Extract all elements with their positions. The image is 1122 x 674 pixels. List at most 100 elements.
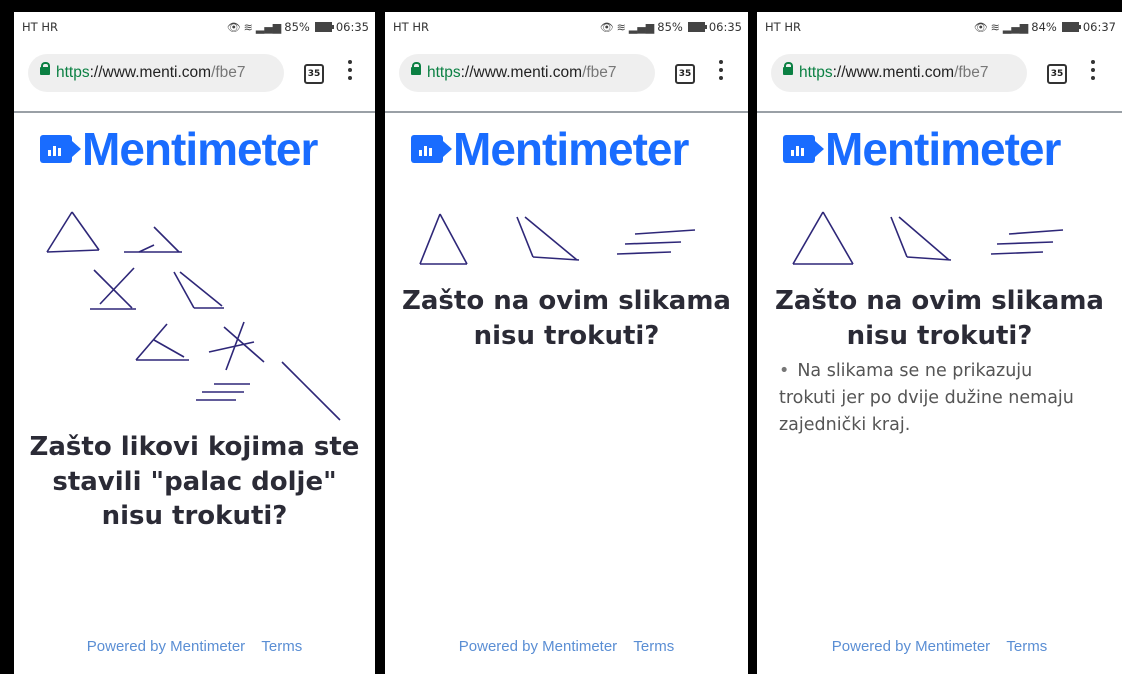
phone-screen-1: HT HR 👁 ≋ ▂▄▆ 85% 06:35 https://www.ment… <box>14 12 375 674</box>
logo-text: Mentimeter <box>453 123 689 175</box>
lock-icon <box>40 62 50 75</box>
tabs-icon[interactable]: 35 <box>1047 64 1067 84</box>
wifi-icon: ≋ <box>616 20 626 34</box>
terms-link[interactable]: Terms <box>1006 638 1047 655</box>
clock: 06:35 <box>335 20 369 34</box>
question-text: Zašto na ovim slikama nisu trokuti? <box>757 284 1122 353</box>
shape-parallel-lines <box>990 229 1064 255</box>
url-path: /fbe7 <box>582 64 617 81</box>
answer-line: Na slikama se ne prikazuju <box>797 361 1033 381</box>
mentimeter-logo: Mentimeter <box>40 123 318 175</box>
question-line: Zašto na ovim slikama <box>775 286 1104 316</box>
browser-toolbar: https://www.menti.com/fbe7 35 <box>14 46 375 113</box>
question-line: stavili "palac dolje" <box>52 466 337 497</box>
bullet-icon: • <box>779 361 790 381</box>
clock: 06:35 <box>708 20 742 34</box>
powered-by-link[interactable]: Powered by Mentimeter <box>87 638 245 655</box>
battery-percent: 85% <box>657 20 683 34</box>
carrier-label: HT HR <box>22 20 58 34</box>
shape-open-triangle <box>890 216 952 261</box>
page-progress-line <box>757 111 1122 113</box>
footer: Powered by Mentimeter Terms <box>757 638 1122 655</box>
menu-icon[interactable] <box>719 60 723 82</box>
shape-overlap-triangle <box>135 323 189 361</box>
answer-list-item: • Na slikama se ne prikazuju trokuti jer … <box>779 358 1100 439</box>
lock-icon <box>411 62 421 75</box>
carrier-label: HT HR <box>765 20 801 34</box>
url-text[interactable]: https://www.menti.com/fbe7 <box>799 64 989 82</box>
mentimeter-logo: Mentimeter <box>411 123 689 175</box>
shape-broken-triangle <box>124 226 182 253</box>
logo-icon <box>411 135 452 163</box>
powered-by-link[interactable]: Powered by Mentimeter <box>832 638 990 655</box>
address-bar[interactable]: https://www.menti.com/fbe7 <box>771 54 1027 92</box>
url-text[interactable]: https://www.menti.com/fbe7 <box>56 64 246 82</box>
question-line: nisu trokuti? <box>846 320 1033 351</box>
battery-percent: 85% <box>284 20 310 34</box>
carrier-label: HT HR <box>393 20 429 34</box>
logo-text: Mentimeter <box>82 123 318 175</box>
status-bar: HT HR 👁 ≋ ▂▄▆ 85% 06:35 <box>14 12 375 46</box>
question-line: nisu trokuti? <box>473 320 660 351</box>
eye-icon: 👁 <box>599 20 614 34</box>
tabs-icon[interactable]: 35 <box>675 64 695 84</box>
answer-line: trokuti jer po dvije dužine nemaju <box>779 388 1074 409</box>
question-text: Zašto likovi kojima ste stavili "palac d… <box>14 430 375 534</box>
terms-link[interactable]: Terms <box>261 638 302 655</box>
status-bar: HT HR 👁 ≋ ▂▄▆ 84% 06:37 <box>757 12 1122 46</box>
lock-icon <box>783 62 793 75</box>
menu-icon[interactable] <box>348 60 352 82</box>
phone-screen-2: HT HR 👁 ≋ ▂▄▆ 85% 06:35 https://www.ment… <box>385 12 748 674</box>
shape-triangle <box>792 211 854 265</box>
url-path: /fbe7 <box>211 64 246 81</box>
address-bar[interactable]: https://www.menti.com/fbe7 <box>399 54 655 92</box>
url-text[interactable]: https://www.menti.com/fbe7 <box>427 64 617 82</box>
question-line: Zašto na ovim slikama <box>402 286 731 316</box>
shape-triangle <box>46 211 100 253</box>
question-line: nisu trokuti? <box>101 501 288 532</box>
url-scheme: https <box>56 64 90 81</box>
eye-icon: 👁 <box>973 20 988 34</box>
answer-line: zajednički kraj. <box>779 415 911 436</box>
eye-icon: 👁 <box>226 20 241 34</box>
footer: Powered by Mentimeter Terms <box>14 638 375 655</box>
tabs-icon[interactable]: 35 <box>304 64 324 84</box>
powered-by-link[interactable]: Powered by Mentimeter <box>459 638 617 655</box>
clock: 06:37 <box>1082 20 1116 34</box>
url-host: ://www.menti.com <box>89 64 212 81</box>
logo-text: Mentimeter <box>825 123 1061 175</box>
shapes-illustration <box>419 213 696 265</box>
wifi-icon: ≋ <box>243 20 253 34</box>
url-scheme: https <box>799 64 833 81</box>
logo-icon <box>40 135 81 163</box>
question-text: Zašto na ovim slikama nisu trokuti? <box>385 284 748 353</box>
shape-parallel-lines <box>616 229 696 255</box>
status-bar: HT HR 👁 ≋ ▂▄▆ 85% 06:35 <box>385 12 748 46</box>
phone-screen-3: HT HR 👁 ≋ ▂▄▆ 84% 06:37 https://www.ment… <box>757 12 1122 674</box>
battery-icon <box>314 22 334 32</box>
wifi-icon: ≋ <box>990 20 1000 34</box>
shape-crossed-lines <box>90 267 136 310</box>
page-progress-line <box>385 111 748 113</box>
shape-diagonal-line <box>281 361 341 421</box>
url-host: ://www.menti.com <box>460 64 583 81</box>
menu-icon[interactable] <box>1091 60 1095 82</box>
url-scheme: https <box>427 64 461 81</box>
shape-star-lines <box>208 321 265 371</box>
shape-open-triangle <box>173 271 224 309</box>
terms-link[interactable]: Terms <box>633 638 674 655</box>
signal-icon: ▂▄▆ <box>1002 20 1029 34</box>
browser-toolbar: https://www.menti.com/fbe7 35 <box>385 46 748 113</box>
url-host: ://www.menti.com <box>832 64 955 81</box>
logo-icon <box>783 135 824 163</box>
battery-icon <box>687 22 707 32</box>
signal-icon: ▂▄▆ <box>628 20 655 34</box>
shape-open-triangle <box>516 216 580 261</box>
question-line: Zašto likovi kojima ste <box>29 432 360 462</box>
battery-percent: 84% <box>1031 20 1057 34</box>
mentimeter-logo: Mentimeter <box>783 123 1061 175</box>
shape-triangle <box>419 213 468 265</box>
battery-icon <box>1061 22 1081 32</box>
address-bar[interactable]: https://www.menti.com/fbe7 <box>28 54 284 92</box>
signal-icon: ▂▄▆ <box>255 20 282 34</box>
